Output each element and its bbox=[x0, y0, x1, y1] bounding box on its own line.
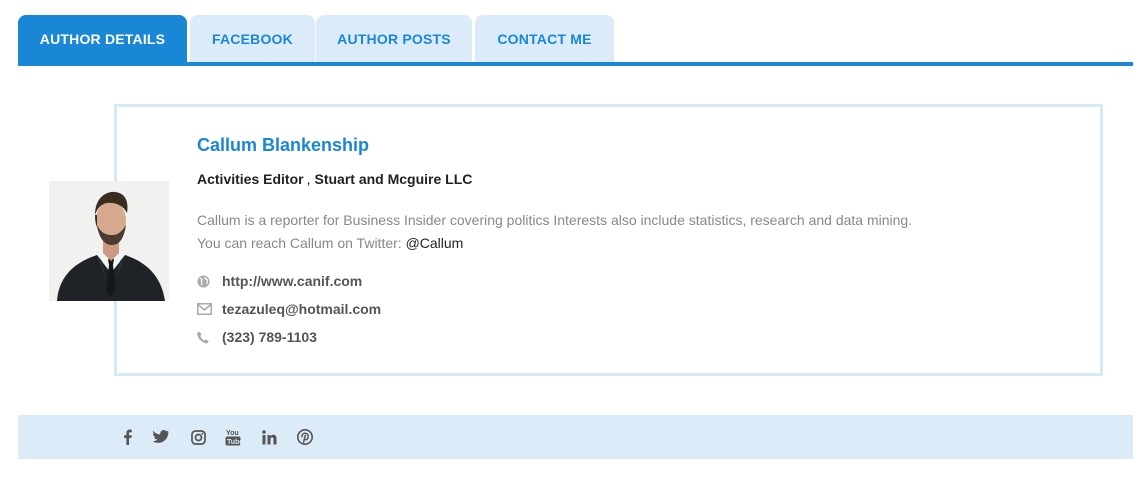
contact-email: tezazuleq@hotmail.com bbox=[197, 299, 381, 319]
tab-contact-me[interactable]: CONTACT ME bbox=[475, 15, 614, 62]
author-tabs: AUTHOR DETAILS FACEBOOK AUTHOR POSTS CON… bbox=[18, 15, 1133, 66]
role-separator: , bbox=[306, 171, 311, 187]
tab-author-posts[interactable]: AUTHOR POSTS bbox=[316, 15, 472, 62]
contact-website: http://www.canif.com bbox=[197, 271, 362, 291]
pinterest-icon[interactable] bbox=[295, 427, 315, 447]
linkedin-icon[interactable] bbox=[259, 427, 279, 447]
facebook-icon[interactable] bbox=[117, 427, 137, 447]
phone-number[interactable]: (323) 789-1103 bbox=[222, 329, 317, 345]
tab-facebook[interactable]: FACEBOOK bbox=[190, 15, 315, 62]
author-company: Stuart and Mcguire LLC bbox=[314, 171, 473, 187]
author-bio: Callum is a reporter for Business Inside… bbox=[197, 209, 912, 255]
author-name[interactable]: Callum Blankenship bbox=[197, 135, 369, 156]
contact-phone: (323) 789-1103 bbox=[197, 327, 317, 347]
twitter-handle-link[interactable]: @Callum bbox=[406, 235, 464, 251]
bio-line-1: Callum is a reporter for Business Inside… bbox=[197, 212, 913, 228]
phone-icon bbox=[197, 331, 222, 344]
instagram-icon[interactable] bbox=[188, 427, 208, 447]
tab-author-details[interactable]: AUTHOR DETAILS bbox=[18, 15, 187, 62]
author-job-title: Activities Editor bbox=[197, 171, 304, 187]
website-link[interactable]: http://www.canif.com bbox=[222, 273, 362, 289]
globe-icon bbox=[197, 274, 222, 288]
svg-text:Tube: Tube bbox=[227, 439, 241, 446]
author-photo bbox=[49, 181, 169, 301]
envelope-icon bbox=[197, 303, 222, 315]
bio-twitter-prefix: You can reach Callum on Twitter: bbox=[197, 235, 406, 251]
twitter-icon[interactable] bbox=[151, 427, 171, 447]
bio-line-2: You can reach Callum on Twitter: @Callum bbox=[197, 232, 912, 255]
youtube-icon[interactable]: You Tube bbox=[223, 427, 243, 447]
author-role: Activities Editor, Stuart and Mcguire LLC bbox=[197, 171, 472, 187]
author-avatar bbox=[49, 181, 169, 301]
svg-text:You: You bbox=[226, 430, 239, 437]
social-bar: You Tube bbox=[18, 415, 1133, 459]
email-link[interactable]: tezazuleq@hotmail.com bbox=[222, 301, 381, 317]
